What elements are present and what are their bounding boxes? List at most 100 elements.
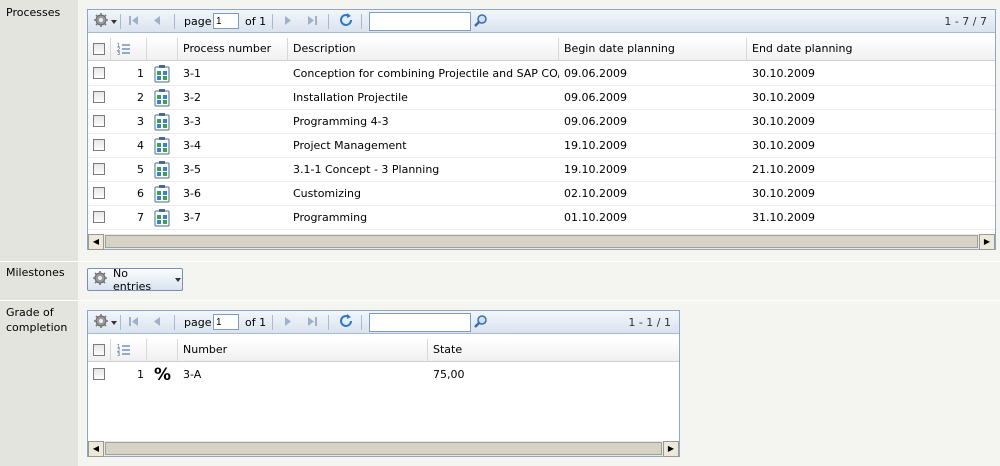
scroll-left-button[interactable]: ◀: [88, 441, 104, 457]
row-checkbox[interactable]: [93, 91, 105, 103]
toolbar-separator: [174, 315, 175, 330]
refresh-button[interactable]: [338, 311, 354, 334]
toolbar-separator: [120, 14, 121, 29]
processes-grid: page of 1 1 - 7 / 7 123 Process number D…: [87, 9, 996, 250]
row-checkbox[interactable]: [93, 139, 105, 151]
toolbar-separator: [272, 14, 273, 29]
milestones-label: Milestones: [6, 266, 65, 279]
toolbar-separator: [272, 315, 273, 330]
refresh-icon: [338, 313, 354, 332]
row-number: 4: [137, 139, 144, 152]
cell-end-date: 30.10.2009: [752, 67, 815, 80]
prev-page-icon: [152, 316, 162, 330]
milestones-button[interactable]: No entries: [87, 267, 183, 293]
cell-begin-date: 01.10.2009: [564, 211, 627, 224]
cell-process-number: 3-5: [183, 163, 201, 176]
next-page-button[interactable]: [283, 311, 293, 334]
row-number-header: 123: [111, 38, 147, 61]
prev-page-button[interactable]: [152, 311, 162, 334]
cell-process-number: 3-6: [183, 187, 201, 200]
search-input[interactable]: [369, 313, 471, 332]
table-row[interactable]: 6 3-6 Customizing 02.10.2009 30.10.2009: [88, 182, 995, 206]
record-count: 1 - 1 / 1: [628, 316, 671, 329]
table-row[interactable]: 1% 3-A 75,00: [88, 363, 679, 387]
row-checkbox[interactable]: [93, 163, 105, 175]
scroll-right-button[interactable]: ▶: [663, 441, 679, 457]
process-icon: [154, 209, 170, 230]
last-page-button[interactable]: [306, 10, 318, 33]
list-numbering-icon: 123: [117, 42, 131, 61]
horizontal-scrollbar[interactable]: ◀ ▶: [88, 233, 995, 250]
cell-begin-date: 19.10.2009: [564, 163, 627, 176]
row-number: 2: [137, 91, 144, 104]
processes-toolbar: page of 1 1 - 7 / 7: [88, 10, 995, 33]
cell-end-date: 30.10.2009: [752, 187, 815, 200]
refresh-button[interactable]: [338, 10, 354, 33]
cell-number: 3-A: [183, 368, 202, 381]
percent-icon: %: [154, 365, 172, 385]
cell-end-date: 30.10.2009: [752, 91, 815, 104]
table-row[interactable]: 5 3-5 3.1-1 Concept - 3 Planning 19.10.2009…: [88, 158, 995, 182]
cell-begin-date: 09.06.2009: [564, 67, 627, 80]
cell-process-number: 3-4: [183, 139, 201, 152]
prev-page-icon: [152, 15, 162, 29]
toolbar-separator: [361, 14, 362, 29]
cell-state: 75,00: [433, 368, 465, 381]
table-row[interactable]: 7 3-7 Programming 01.10.2009 31.10.2009: [88, 206, 995, 230]
cell-process-number: 3-7: [183, 211, 201, 224]
cell-begin-date: 09.06.2009: [564, 115, 627, 128]
last-page-button[interactable]: [306, 311, 318, 334]
grid-settings-button[interactable]: [93, 311, 118, 334]
column-header-begin-date[interactable]: Begin date planning: [559, 38, 747, 61]
search-button[interactable]: [471, 313, 490, 332]
first-page-button[interactable]: [128, 311, 140, 334]
row-checkbox[interactable]: [93, 368, 105, 380]
table-row[interactable]: 2 3-2 Installation Projectile 09.06.2009 30.…: [88, 86, 995, 110]
row-checkbox[interactable]: [93, 187, 105, 199]
select-all-checkbox[interactable]: [93, 344, 105, 356]
icon-column-header: [147, 339, 178, 362]
row-checkbox[interactable]: [93, 211, 105, 223]
cell-description: Project Management: [293, 139, 407, 152]
column-header-description[interactable]: Description: [288, 38, 559, 61]
scrollbar-thumb[interactable]: [105, 442, 662, 455]
row-checkbox[interactable]: [93, 115, 105, 127]
page-total-label: of 1: [245, 316, 267, 329]
cell-description: Programming: [293, 211, 368, 224]
column-header-process-number[interactable]: Process number: [178, 38, 288, 61]
last-page-icon: [306, 15, 318, 29]
cell-end-date: 30.10.2009: [752, 139, 815, 152]
grid-settings-button[interactable]: [93, 10, 118, 33]
prev-page-button[interactable]: [152, 10, 162, 33]
toolbar-separator: [328, 14, 329, 29]
column-header-number[interactable]: Number: [178, 339, 428, 362]
process-icon: [154, 161, 170, 182]
scroll-right-button[interactable]: ▶: [979, 234, 995, 250]
column-header-end-date[interactable]: End date planning: [747, 38, 995, 61]
row-checkbox[interactable]: [93, 67, 105, 79]
last-page-icon: [306, 316, 318, 330]
cell-description: Programming 4-3: [293, 115, 389, 128]
list-numbering-icon: 123: [117, 343, 131, 362]
first-page-button[interactable]: [128, 10, 140, 33]
search-icon: [473, 13, 488, 30]
table-row[interactable]: 3 3-3 Programming 4-3 09.06.2009 30.10.2009: [88, 110, 995, 134]
scroll-left-button[interactable]: ◀: [88, 234, 104, 250]
column-header-state[interactable]: State: [428, 339, 679, 362]
process-icon: [154, 113, 170, 134]
search-input[interactable]: [369, 12, 471, 31]
page-number-input[interactable]: [213, 13, 239, 29]
chevron-down-icon: [175, 273, 182, 286]
table-row[interactable]: 4 3-4 Project Management 19.10.2009 30.10.20…: [88, 134, 995, 158]
processes-label: Processes: [6, 6, 61, 19]
horizontal-scrollbar[interactable]: ◀ ▶: [88, 440, 679, 457]
select-all-checkbox[interactable]: [93, 43, 105, 55]
next-page-button[interactable]: [283, 10, 293, 33]
page-number-input[interactable]: [213, 314, 239, 330]
scrollbar-thumb[interactable]: [105, 235, 978, 248]
table-row[interactable]: 1 3-1 Conception for combining Projectile …: [88, 62, 995, 86]
search-button[interactable]: [471, 12, 490, 31]
gear-icon: [92, 270, 110, 289]
section-separator: [0, 300, 1000, 301]
cell-begin-date: 09.06.2009: [564, 91, 627, 104]
